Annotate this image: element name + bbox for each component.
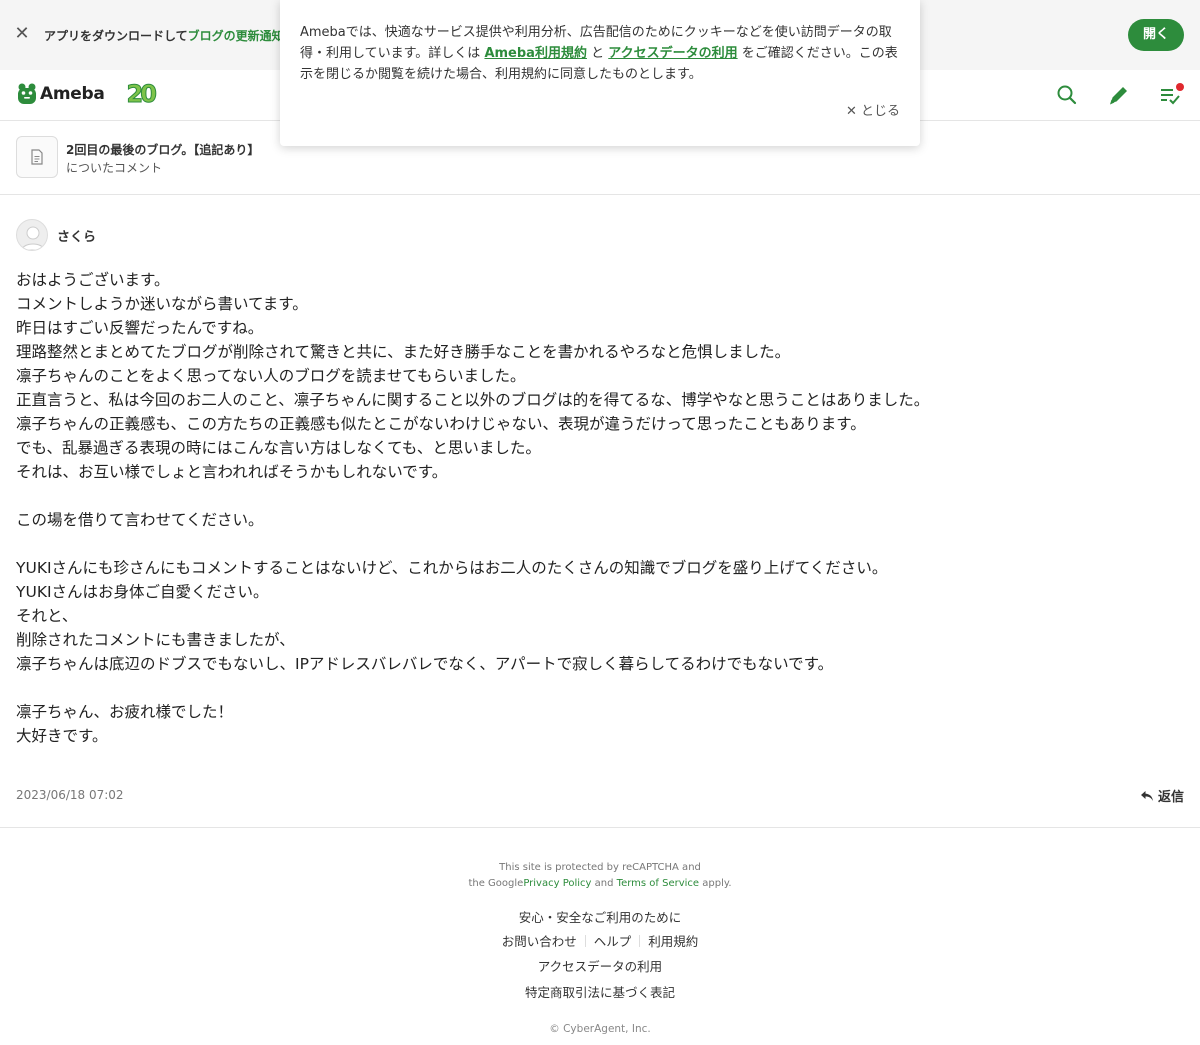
comment-line: でも、乱暴過ぎる表現の時にはこんな言い方はしなくても、と思いました。	[16, 439, 541, 457]
pencil-icon[interactable]	[1106, 82, 1132, 108]
checklist-icon[interactable]	[1158, 82, 1184, 108]
reply-button[interactable]: 返信	[1140, 786, 1184, 805]
comment-line: それと、	[16, 607, 78, 625]
commenter: さくら	[16, 219, 96, 251]
comment-blank-line	[16, 676, 1186, 700]
recaptcha-prefix: the Google	[468, 878, 524, 889]
comment-line: YUKIさんはお身体ご自愛ください。	[16, 583, 269, 601]
comment-line: コメントしようか迷いながら書いてます。	[16, 295, 308, 313]
comment-line: 凛子ちゃんの正義感も、この方たちの正義感も似たとこがないわけじゃない、表現が違う…	[16, 415, 866, 433]
link-separator	[639, 935, 641, 947]
commenter-name: さくら	[57, 229, 97, 245]
reply-arrow-icon	[1140, 790, 1153, 801]
comment-blank-line	[16, 484, 1186, 508]
privacy-policy-link[interactable]: Privacy Policy	[523, 878, 591, 889]
close-icon: ✕	[845, 104, 857, 119]
cookie-close-label: とじる	[860, 104, 900, 119]
comment-line: おはようございます。	[16, 271, 170, 289]
footer-row-access: アクセスデータの利用	[0, 956, 1200, 975]
copyright: © CyberAgent, Inc.	[549, 1023, 651, 1035]
document-icon	[16, 136, 58, 178]
access-data-link-footer[interactable]: アクセスデータの利用	[538, 956, 662, 975]
logo-text: Ameba	[40, 84, 105, 104]
access-data-link[interactable]: アクセスデータの利用	[608, 46, 737, 61]
comment-blank-line	[16, 532, 1186, 556]
open-app-button[interactable]: 開く	[1128, 19, 1184, 51]
comment-line: YUKIさんにも珍さんにもコメントすることはないけど、これからはお二人のたくさん…	[16, 559, 888, 577]
safety-link[interactable]: 安心・安全なご利用のために	[519, 907, 682, 926]
recaptcha-and: and	[594, 878, 614, 889]
search-icon[interactable]	[1054, 82, 1080, 108]
comment-line: それは、お互い様でしょと言われればそうかもしれないです。	[16, 463, 448, 481]
entry-title[interactable]: 2回目の最後のブログ。【追記あり】	[66, 141, 259, 158]
reply-label: 返信	[1157, 790, 1184, 805]
terms-link-footer[interactable]: 利用規約	[648, 931, 698, 950]
banner-text: アプリをダウンロードしてブログの更新通知	[44, 27, 284, 44]
comment-line: 昨日はすごい反響だったんですね。	[16, 319, 264, 337]
terms-of-service-link[interactable]: Terms of Service	[617, 878, 699, 889]
banner-text-prefix: アプリをダウンロードして	[44, 29, 188, 43]
comment-line: 凛子ちゃん、お疲れ様でした！	[16, 703, 234, 721]
footer-row-links: お問い合わせ ヘルプ 利用規約	[0, 931, 1200, 950]
cookie-close-button[interactable]: ✕ とじる	[846, 100, 900, 119]
ameba-logo[interactable]: Ameba 20	[16, 80, 158, 109]
recaptcha-apply: apply.	[702, 878, 732, 889]
comment-line: この場を借りて言わせてください。	[16, 511, 264, 529]
divider	[0, 827, 1200, 828]
footer: This site is protected by reCAPTCHA and …	[0, 860, 1200, 892]
comment-body: おはようございます。コメントしようか迷いながら書いてます。 昨日はすごい反響だった…	[16, 268, 1186, 748]
footer-row-commerce: 特定商取引法に基づく表記	[0, 982, 1200, 1001]
recaptcha-line-1: This site is protected by reCAPTCHA and	[499, 862, 701, 873]
close-icon[interactable]: ✕	[12, 24, 32, 44]
comment-line: 理路整然とまとめてたブログが削除されて驚きと共に、また好き勝手なことを書かれるや…	[16, 343, 791, 361]
cookie-text: Amebaでは、快適なサービス提供や利用分析、広告配信のためにクッキーなどを使い…	[300, 22, 904, 85]
link-separator	[584, 935, 586, 947]
cookie-text-and: と	[591, 46, 605, 61]
entry-subtitle: についたコメント	[66, 161, 163, 175]
comment-line: 凛子ちゃんのことをよく思ってない人のブログを読ませてもらいました。	[16, 367, 526, 385]
ameba-frog-icon	[18, 83, 36, 104]
help-link[interactable]: ヘルプ	[594, 931, 632, 950]
footer-row-copyright: © CyberAgent, Inc.	[0, 1017, 1200, 1036]
cookie-consent-popup: Amebaでは、快適なサービス提供や利用分析、広告配信のためにクッキーなどを使い…	[280, 0, 920, 146]
terms-link[interactable]: Ameba利用規約	[484, 46, 587, 61]
comment-line: 削除されたコメントにも書きましたが、	[16, 631, 295, 649]
recaptcha-notice: This site is protected by reCAPTCHA and …	[0, 860, 1200, 892]
commerce-law-link[interactable]: 特定商取引法に基づく表記	[525, 982, 675, 1001]
avatar	[16, 219, 48, 251]
footer-row-safety: 安心・安全なご利用のために	[0, 907, 1200, 926]
comment-line: 正直言うと、私は今回のお二人のこと、凛子ちゃんに関すること以外のブログは的を得て…	[16, 391, 930, 409]
comment-date: 2023/06/18 07:02	[16, 788, 124, 802]
contact-link[interactable]: お問い合わせ	[502, 931, 577, 950]
comment-line: 凛子ちゃんは底辺のドブスでもないし、IPアドレスバレバレでなく、アパートで寂しく…	[16, 655, 834, 673]
recaptcha-line-2: the GooglePrivacy Policy and Terms of Se…	[0, 876, 1200, 892]
anniversary-badge: 20	[126, 80, 157, 109]
banner-text-highlight: ブログの更新通知	[187, 29, 284, 43]
comment-line: 大好きです。	[16, 727, 108, 745]
notification-dot	[1176, 83, 1184, 91]
